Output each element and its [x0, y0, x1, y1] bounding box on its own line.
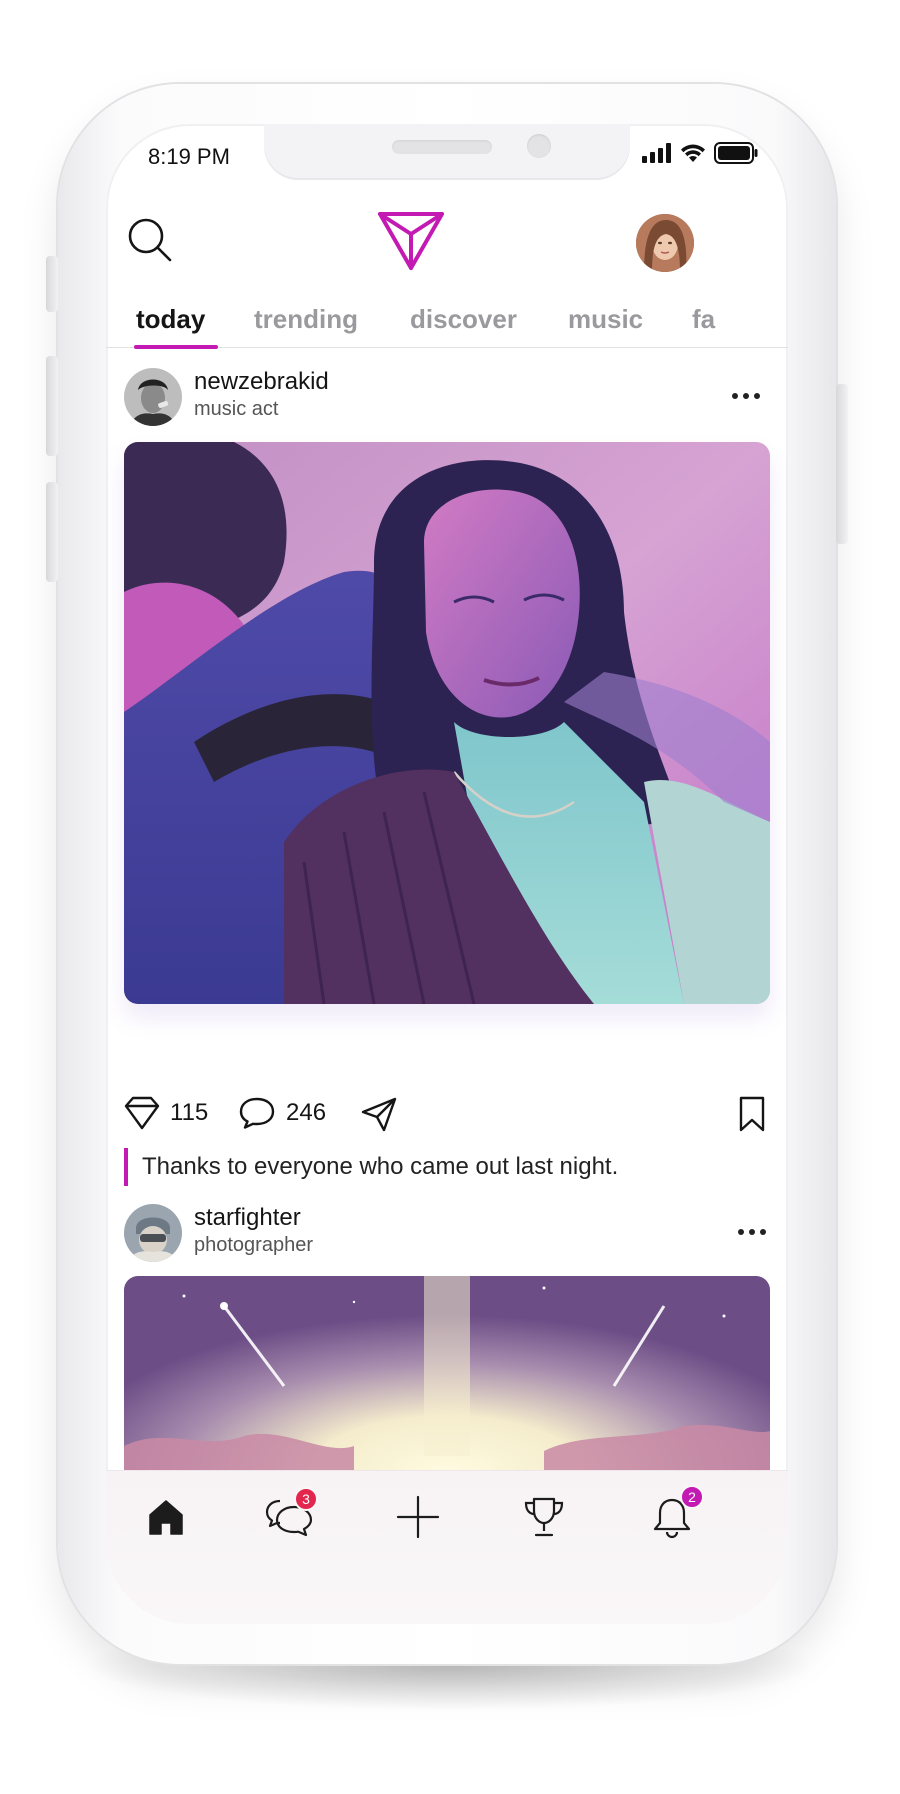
signal-icon: [642, 143, 671, 163]
post-header: newzebrakid music act: [124, 368, 760, 428]
post-role: music act: [194, 398, 279, 420]
more-dot: [754, 393, 760, 399]
volume-down-button: [46, 482, 58, 582]
more-dot: [732, 393, 738, 399]
post-role: photographer: [194, 1234, 313, 1256]
bottom-nav: 3 2: [106, 1470, 788, 1624]
more-dot: [760, 1229, 766, 1235]
share-button[interactable]: [360, 1096, 398, 1132]
post-photo[interactable]: [124, 442, 770, 1004]
phone-frame: 8:19 PM today trending discover music fa…: [46, 84, 848, 1664]
tab-discover[interactable]: discover: [410, 304, 517, 335]
tab-music[interactable]: music: [568, 304, 643, 335]
search-button[interactable]: [126, 216, 174, 264]
user-avatar-image: [124, 368, 182, 426]
wifi-icon: [681, 144, 705, 162]
post-caption: Thanks to everyone who came out last nig…: [124, 1148, 618, 1186]
feed-tabs: today trending discover music fa: [106, 294, 788, 349]
post-header: starfighter photographer: [124, 1204, 766, 1264]
comment-icon: [239, 1097, 275, 1129]
post-username[interactable]: starfighter: [194, 1204, 301, 1232]
post-photo-image: [124, 442, 770, 1004]
send-icon: [361, 1097, 397, 1132]
bookmark-icon: [739, 1096, 765, 1132]
mute-switch: [46, 256, 58, 312]
notification-badge: 2: [680, 1485, 704, 1509]
nav-notifications[interactable]: 2: [642, 1485, 704, 1545]
profile-avatar[interactable]: [636, 214, 694, 272]
more-options-button[interactable]: [730, 1222, 774, 1242]
post-avatar[interactable]: [124, 1204, 182, 1262]
message-badge: 3: [294, 1487, 318, 1511]
like-button[interactable]: 115: [124, 1096, 208, 1130]
trophy-icon: [524, 1497, 564, 1537]
battery-icon: [714, 142, 758, 164]
comment-button[interactable]: 246: [238, 1096, 326, 1130]
post-username[interactable]: newzebrakid: [194, 368, 329, 396]
user-avatar-image: [124, 1204, 182, 1262]
post-actions: 115 246: [124, 1096, 770, 1140]
nav-leaderboard[interactable]: [514, 1489, 574, 1545]
volume-up-button: [46, 356, 58, 456]
more-dot: [743, 393, 749, 399]
status-time: 8:19 PM: [148, 144, 230, 169]
triangle-logo-icon: [378, 212, 444, 270]
tab-trending[interactable]: trending: [254, 304, 358, 335]
tab-today[interactable]: today: [136, 304, 205, 335]
nav-home[interactable]: [136, 1489, 196, 1545]
post-avatar[interactable]: [124, 368, 182, 426]
like-count: 115: [170, 1099, 209, 1126]
status-icons: [642, 142, 758, 164]
more-dot: [749, 1229, 755, 1235]
tab-fa[interactable]: fa: [692, 304, 715, 335]
home-icon: [149, 1500, 183, 1535]
profile-avatar-image: [636, 214, 694, 272]
screen: 8:19 PM today trending discover music fa…: [106, 124, 788, 1624]
more-options-button[interactable]: [724, 386, 768, 406]
app-logo[interactable]: [376, 210, 446, 272]
active-tab-indicator: [134, 345, 218, 349]
speaker-grille: [392, 140, 492, 154]
nav-create[interactable]: [388, 1489, 448, 1545]
power-button: [836, 384, 848, 544]
notch: [264, 124, 630, 180]
more-dot: [738, 1229, 744, 1235]
plus-icon: [396, 1495, 440, 1539]
comment-count: 246: [286, 1099, 327, 1126]
diamond-icon: [124, 1096, 160, 1130]
front-camera: [527, 134, 551, 158]
search-icon: [128, 218, 172, 262]
nav-messages[interactable]: 3: [260, 1487, 320, 1545]
bookmark-button[interactable]: [738, 1096, 766, 1132]
